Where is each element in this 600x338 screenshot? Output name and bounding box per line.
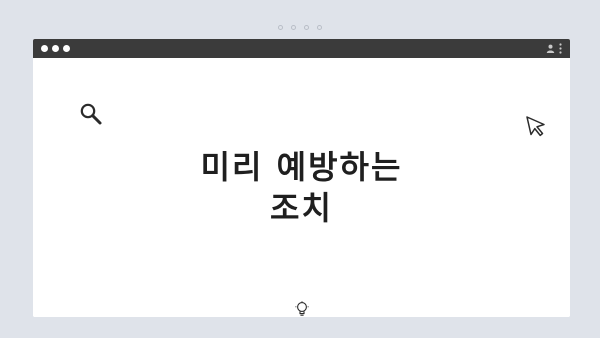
cursor-icon bbox=[526, 116, 545, 137]
pagination-dots bbox=[0, 25, 600, 30]
headline-line-2: 조치 bbox=[270, 189, 333, 227]
headline: 미리 예방하는 조치 bbox=[33, 147, 570, 229]
page-content: 미리 예방하는 조치 bbox=[33, 58, 570, 317]
headline-line-1: 미리 예방하는 bbox=[200, 148, 403, 186]
pagination-dot[interactable] bbox=[291, 25, 296, 30]
kebab-menu-icon[interactable] bbox=[559, 43, 562, 54]
window-close-button[interactable] bbox=[41, 45, 48, 52]
lightbulb-icon bbox=[295, 301, 309, 316]
title-bar bbox=[33, 39, 570, 58]
window-controls bbox=[41, 45, 70, 52]
browser-window: 미리 예방하는 조치 bbox=[33, 39, 570, 317]
pagination-dot[interactable] bbox=[278, 25, 283, 30]
window-minimize-button[interactable] bbox=[52, 45, 59, 52]
user-icon[interactable] bbox=[546, 44, 555, 53]
pagination-dot[interactable] bbox=[317, 25, 322, 30]
pagination-dot[interactable] bbox=[304, 25, 309, 30]
window-maximize-button[interactable] bbox=[63, 45, 70, 52]
search-icon bbox=[80, 103, 102, 125]
